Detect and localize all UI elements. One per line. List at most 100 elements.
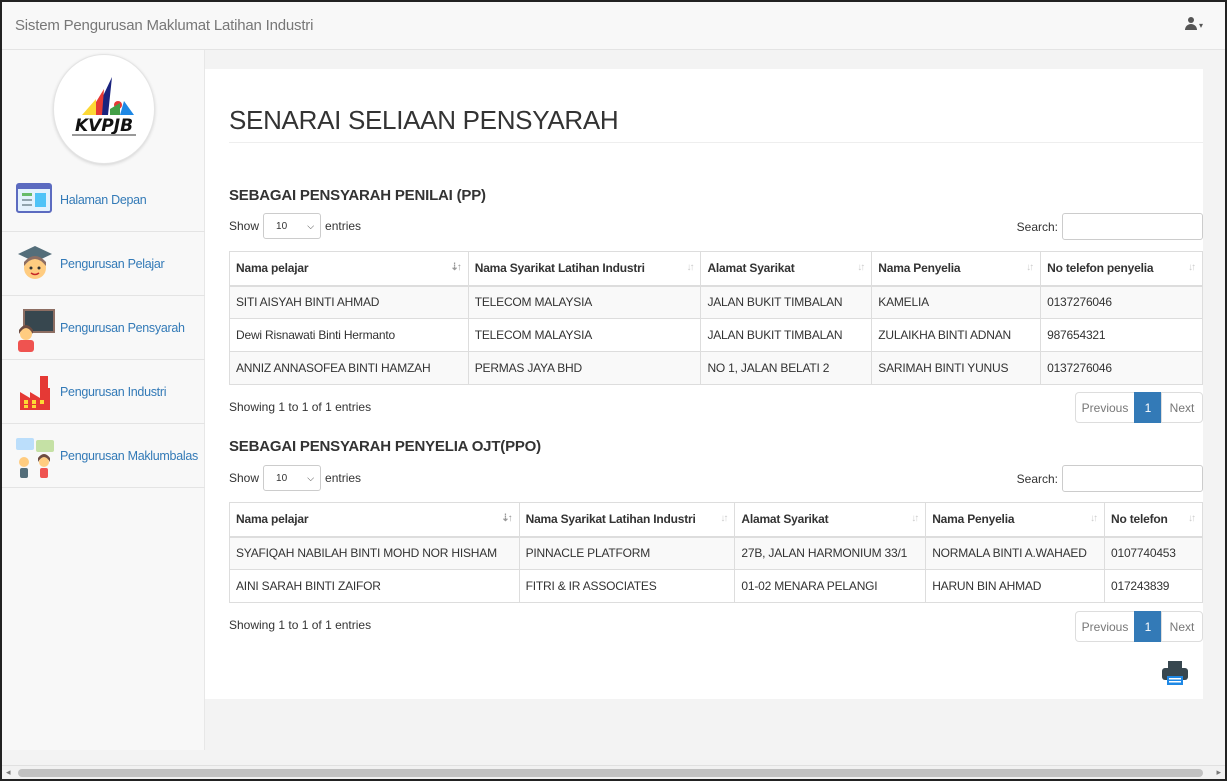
cell-address: JALAN BUKIT TIMBALAN (700, 318, 873, 352)
table-info-pp: Showing 1 to 1 of 1 entries (229, 400, 372, 414)
entries-length-ppo: Show 10 ⌵ entries (229, 465, 361, 491)
sort-icon[interactable]: ↓↑ (686, 262, 694, 273)
cell-phone: 0107740453 (1104, 536, 1203, 570)
column-header[interactable]: Alamat Syarikat ↓↑ (734, 502, 927, 538)
cell-address: NO 1, JALAN BELATI 2 (700, 351, 873, 385)
column-header[interactable]: Nama Syarikat Latihan Industri ↓↑ (467, 251, 702, 287)
title-divider (229, 142, 1203, 143)
scroll-right-icon[interactable]: ▸ (1216, 767, 1221, 778)
sort-icon[interactable]: ↓↑ (1188, 513, 1196, 524)
entries-label: entries (325, 219, 362, 233)
show-label: Show (229, 471, 260, 485)
search-label: Search: (1016, 219, 1058, 234)
sidebar-item-label[interactable]: Pengurusan Pensyarah (60, 321, 185, 335)
section-title-pp: SEBAGAI PENSYARAH PENILAI (PP) (229, 187, 486, 204)
table-header-row: Nama pelajar ⇣↑ Nama Syarikat Latihan Ind… (229, 502, 1203, 538)
search-pp: Search: (1017, 213, 1203, 240)
column-header[interactable]: Nama pelajar ⇣↑ (229, 251, 469, 287)
cell-company: FITRI & IR ASSOCIATES (518, 569, 736, 603)
cell-address: 27B, JALAN HARMONIUM 33/1 (734, 536, 927, 570)
scrollbar-thumb[interactable] (18, 769, 1203, 777)
cell-phone: 0137276046 (1040, 351, 1203, 385)
cell-supervisor: KAMELIA (871, 285, 1042, 319)
cell-phone: 987654321 (1040, 318, 1203, 352)
sidebar: KVPJB Halaman Depan Pengurusan Pelajar P… (2, 50, 205, 750)
table-row: SYAFIQAH NABILAH BINTI MOHD NOR HISHAM P… (229, 536, 1203, 570)
browser-frame: Sistem Pengurusan Maklumat Latihan Indus… (0, 0, 1227, 781)
sort-asc-icon[interactable]: ⇣↑ (450, 262, 461, 273)
table-header-row: Nama pelajar ⇣↑ Nama Syarikat Latihan Ind… (229, 251, 1203, 287)
cell-student-name: Dewi Risnawati Binti Hermanto (229, 318, 469, 352)
chevron-down-icon: ⌵ (307, 220, 315, 231)
previous-button[interactable]: Previous (1075, 611, 1135, 642)
section-title-ppo: SEBAGAI PENSYARAH PENYELIA OJT(PPO) (229, 438, 541, 455)
page-1-button[interactable]: 1 (1134, 611, 1162, 642)
sort-icon[interactable]: ↓↑ (1026, 262, 1034, 273)
pagination-ppo: Previous 1 Next (1075, 611, 1203, 642)
sort-asc-icon[interactable]: ⇣↑ (501, 513, 512, 524)
previous-button[interactable]: Previous (1075, 392, 1135, 423)
sidebar-item-label[interactable]: Pengurusan Industri (60, 385, 166, 399)
cell-supervisor: HARUN BIN AHMAD (925, 569, 1105, 603)
sidebar-nav: Halaman Depan Pengurusan Pelajar Penguru… (2, 168, 205, 488)
printer-icon[interactable] (1161, 659, 1189, 687)
sidebar-item-pengurusan-pelajar[interactable]: Pengurusan Pelajar (2, 232, 205, 296)
cell-phone: 0137276046 (1040, 285, 1203, 319)
cell-supervisor: NORMALA BINTI A.WAHAED (925, 536, 1105, 570)
cell-student-name: SYAFIQAH NABILAH BINTI MOHD NOR HISHAM (229, 536, 520, 570)
column-header[interactable]: Nama Penyelia ↓↑ (925, 502, 1105, 538)
sort-icon[interactable]: ↓↑ (1188, 262, 1196, 273)
logo-text: KVPJB (75, 116, 133, 136)
cell-phone: 017243839 (1104, 569, 1203, 603)
column-header[interactable]: Nama Syarikat Latihan Industri ↓↑ (518, 502, 736, 538)
column-header[interactable]: No telefon penyelia ↓↑ (1040, 251, 1203, 287)
entries-select[interactable]: 10 ⌵ (263, 465, 322, 491)
search-ppo: Search: (1017, 465, 1203, 492)
page-1-button[interactable]: 1 (1134, 392, 1162, 423)
cell-address: JALAN BUKIT TIMBALAN (700, 285, 873, 319)
user-icon[interactable] (1184, 17, 1197, 30)
home-page-icon (14, 180, 56, 220)
app-title[interactable]: Sistem Pengurusan Maklumat Latihan Indus… (15, 17, 313, 34)
sort-icon[interactable]: ↓↑ (720, 513, 728, 524)
sidebar-item-label[interactable]: Halaman Depan (60, 193, 147, 207)
sidebar-item-pengurusan-maklumbalas[interactable]: Pengurusan Maklumbalas (2, 424, 205, 488)
search-input[interactable] (1062, 465, 1203, 492)
search-input[interactable] (1062, 213, 1203, 240)
sidebar-item-halaman-depan[interactable]: Halaman Depan (2, 168, 205, 232)
column-header[interactable]: Nama Penyelia ↓↑ (871, 251, 1042, 287)
table-pp: Nama pelajar ⇣↑ Nama Syarikat Latihan Ind… (229, 251, 1203, 385)
user-menu[interactable]: ▾ (1184, 17, 1203, 30)
column-header[interactable]: No telefon ↓↑ (1104, 502, 1203, 538)
kvpjb-logo: KVPJB (53, 54, 155, 164)
table-info-ppo: Showing 1 to 1 of 1 entries (229, 618, 372, 632)
column-header[interactable]: Nama pelajar ⇣↑ (229, 502, 520, 538)
sidebar-item-pengurusan-industri[interactable]: Pengurusan Industri (2, 360, 205, 424)
pagination-pp: Previous 1 Next (1075, 392, 1203, 423)
entries-select[interactable]: 10 ⌵ (263, 213, 322, 239)
entries-length-pp: Show 10 ⌵ entries (229, 213, 361, 239)
column-header[interactable]: Alamat Syarikat ↓↑ (700, 251, 873, 287)
cell-student-name: AINI SARAH BINTI ZAIFOR (229, 569, 520, 603)
top-navbar: Sistem Pengurusan Maklumat Latihan Indus… (2, 2, 1225, 50)
sidebar-item-label[interactable]: Pengurusan Maklumbalas (60, 449, 198, 463)
cell-company: PINNACLE PLATFORM (518, 536, 736, 570)
next-button[interactable]: Next (1161, 392, 1203, 423)
page-title: SENARAI SELIAAN PENSYARAH (229, 105, 619, 135)
table-row: ANNIZ ANNASOFEA BINTI HAMZAH PERMAS JAYA… (229, 351, 1203, 385)
sidebar-item-label[interactable]: Pengurusan Pelajar (60, 257, 165, 271)
cell-supervisor: ZULAIKHA BINTI ADNAN (871, 318, 1042, 352)
main-panel: SENARAI SELIAAN PENSYARAH SEBAGAI PENSYA… (205, 69, 1203, 699)
caret-down-icon[interactable]: ▾ (1199, 21, 1203, 30)
table-row: AINI SARAH BINTI ZAIFOR FITRI & IR ASSOC… (229, 569, 1203, 603)
student-icon (14, 244, 56, 284)
horizontal-scrollbar[interactable]: ◂ ▸ (2, 765, 1225, 779)
sort-icon[interactable]: ↓↑ (1090, 513, 1098, 524)
cell-address: 01-02 MENARA PELANGI (734, 569, 927, 603)
sort-icon[interactable]: ↓↑ (857, 262, 865, 273)
sidebar-item-pengurusan-pensyarah[interactable]: Pengurusan Pensyarah (2, 296, 205, 360)
sort-icon[interactable]: ↓↑ (911, 513, 919, 524)
scroll-left-icon[interactable]: ◂ (6, 767, 11, 778)
next-button[interactable]: Next (1161, 611, 1203, 642)
cell-student-name: ANNIZ ANNASOFEA BINTI HAMZAH (229, 351, 469, 385)
